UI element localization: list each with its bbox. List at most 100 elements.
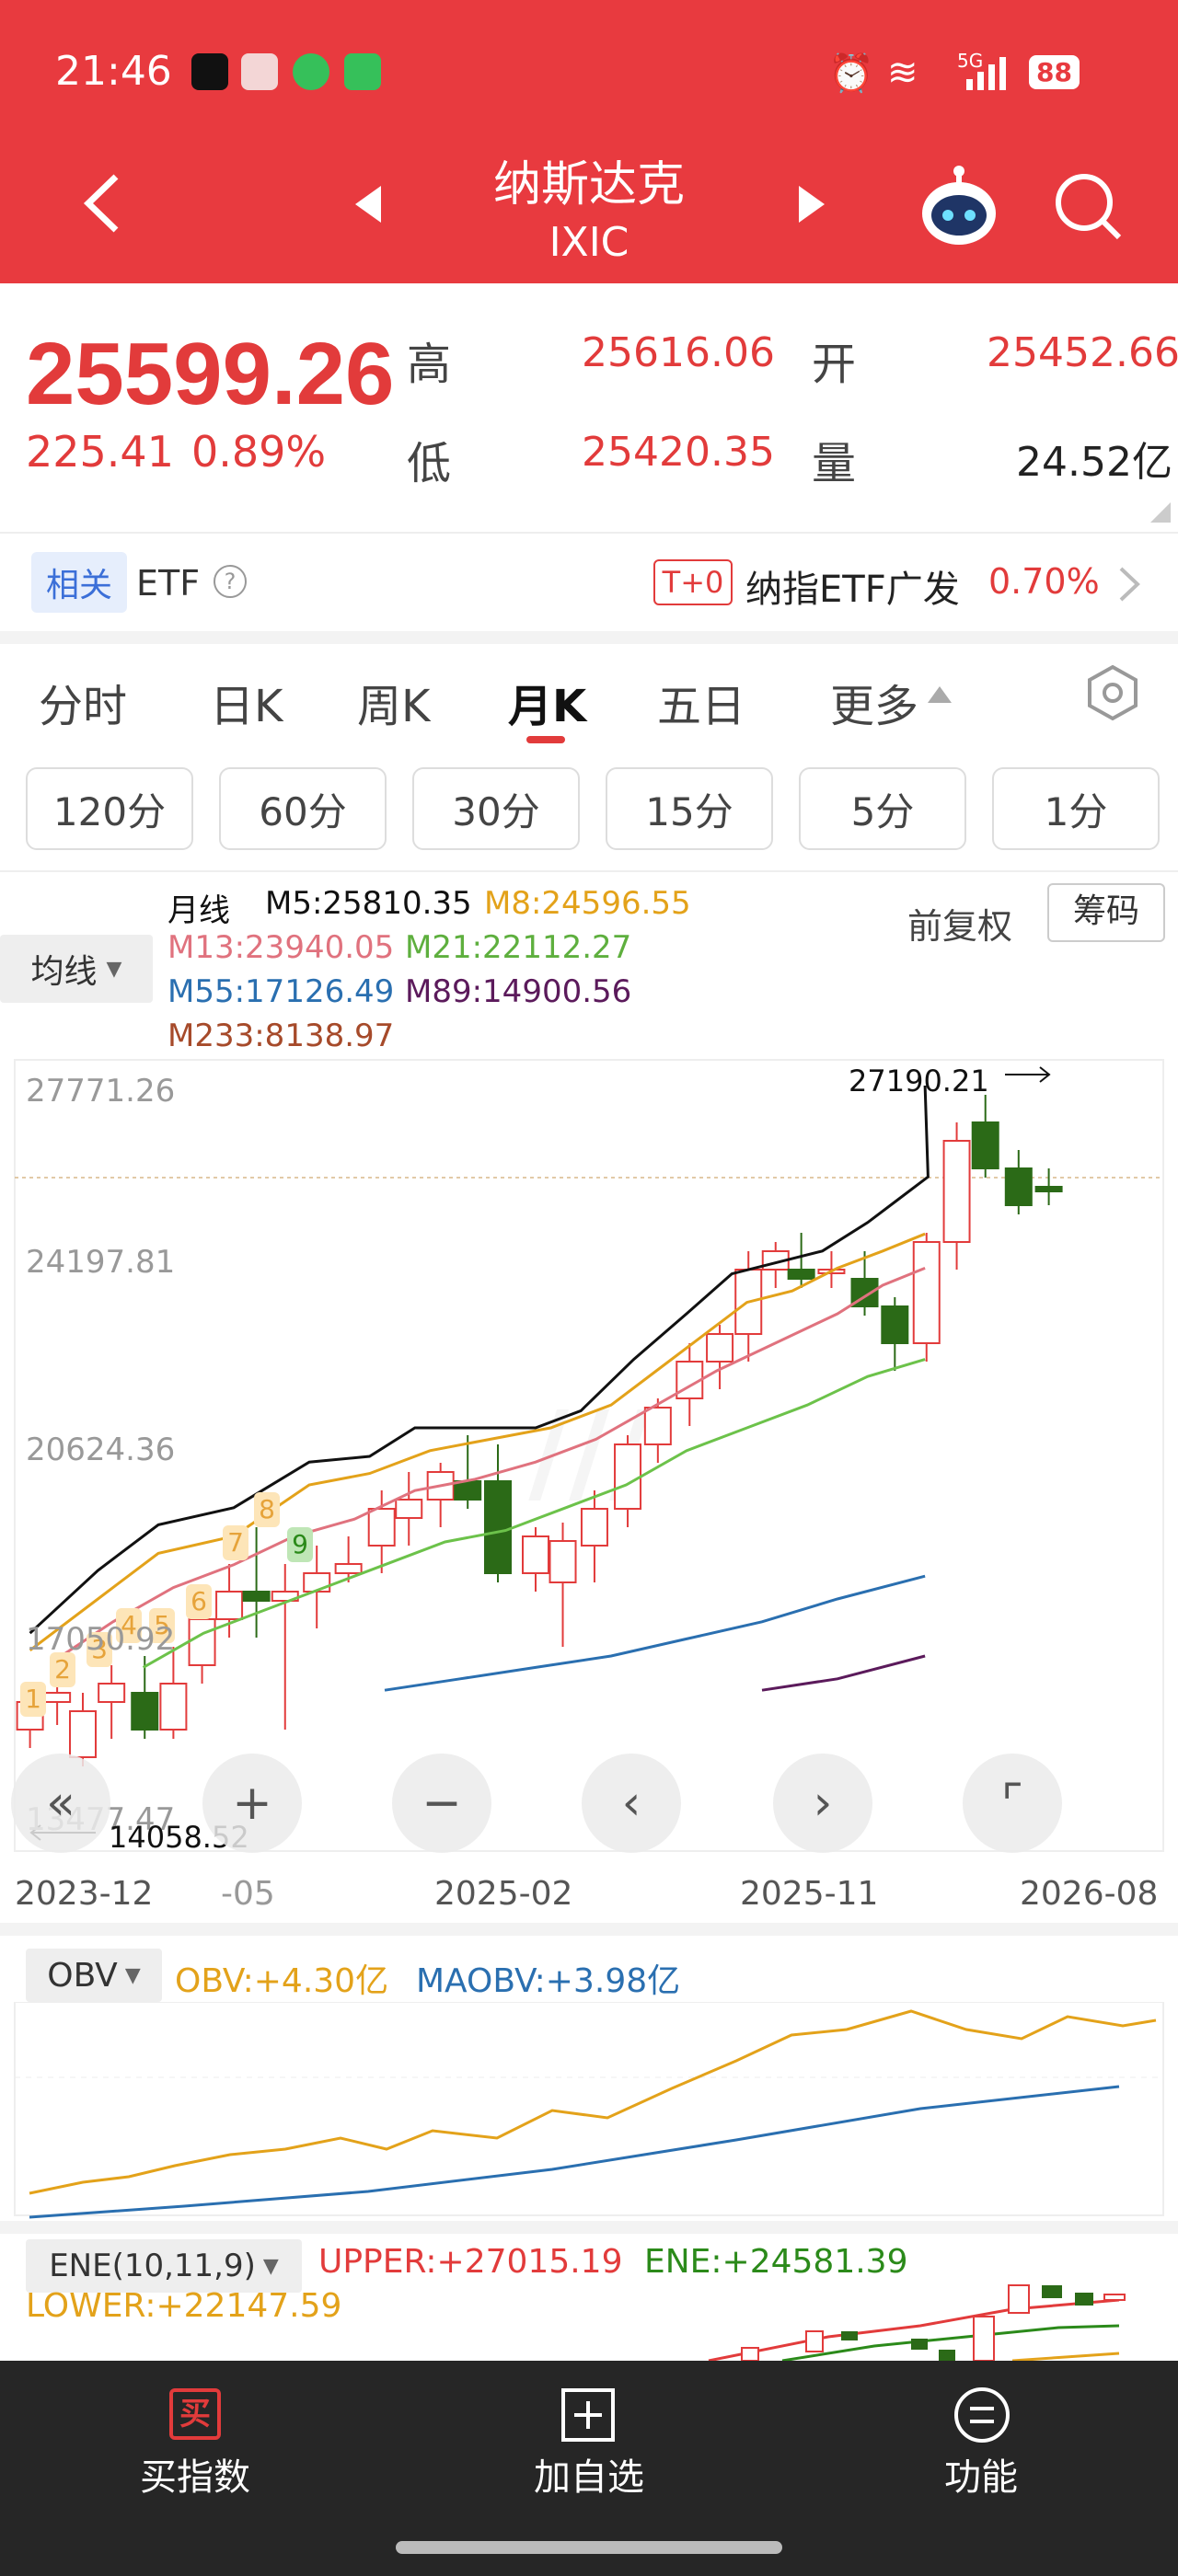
section-gap xyxy=(0,631,1178,644)
ma-lines-layer xyxy=(29,1085,930,1692)
rewind-button[interactable]: « xyxy=(11,1754,110,1853)
ma-line xyxy=(52,1267,926,1663)
related-etf-link[interactable]: 纳指ETF广发 0.70% xyxy=(745,556,1169,613)
ene-chart xyxy=(708,2284,1126,2361)
adjust-mode[interactable]: 前复权 xyxy=(907,898,1012,949)
back-button[interactable] xyxy=(79,171,125,236)
max-price-label: 27190.21 xyxy=(849,1064,989,1098)
tab-monthly-k[interactable]: 月K xyxy=(508,670,586,734)
candle-body xyxy=(1034,1186,1063,1192)
section-gap xyxy=(0,1923,1178,1936)
tab-daily-k[interactable]: 日K xyxy=(210,670,283,734)
buy-index-button[interactable]: 买指数 xyxy=(57,2447,333,2501)
obv-select[interactable]: OBV ▼ xyxy=(26,1949,162,2002)
volume-label: 量 xyxy=(812,438,857,489)
obv-chart xyxy=(14,2002,1164,2219)
low-value: 25420.35 xyxy=(582,429,775,476)
interval-5m-button[interactable]: 5分 xyxy=(799,767,966,850)
phone-icon xyxy=(344,53,381,90)
scroll-right-button[interactable]: › xyxy=(773,1754,872,1853)
dropdown-caret-icon: ▼ xyxy=(106,957,122,981)
tab-weekly-k[interactable]: 周K xyxy=(357,670,430,734)
x-axis-label: 2023-12 xyxy=(15,1875,154,1913)
function-menu-icon xyxy=(953,2386,1011,2444)
interval-60m-button[interactable]: 60分 xyxy=(219,767,387,850)
x-axis-label: 2025-11 xyxy=(740,1875,879,1913)
add-watchlist-button[interactable]: 加自选 xyxy=(451,2447,727,2501)
add-watchlist-icon xyxy=(561,2388,615,2442)
dropdown-caret-icon: ▼ xyxy=(124,1963,141,1987)
tab-five-day[interactable]: 五日 xyxy=(657,670,745,734)
candle-body xyxy=(395,1499,423,1519)
indicator-select[interactable]: 均线 ▼ xyxy=(0,935,153,1003)
prev-index-button[interactable] xyxy=(352,184,385,224)
ma-title: 月线 xyxy=(167,892,230,929)
candle-body xyxy=(131,1692,159,1731)
price-change: 225.41 xyxy=(26,427,174,477)
status-time: 21:46 xyxy=(55,48,172,95)
candle-body xyxy=(334,1563,363,1574)
section-gap xyxy=(0,2221,1178,2234)
page-title: 纳斯达克 xyxy=(492,157,685,213)
x-axis-label: -05 xyxy=(221,1875,275,1913)
settings-hex-icon[interactable] xyxy=(1084,664,1141,721)
corner-expand-icon xyxy=(1150,502,1171,523)
candle-body xyxy=(367,1508,396,1547)
y-axis-label: 24197.81 xyxy=(26,1244,176,1281)
t0-badge: T+0 xyxy=(653,559,733,605)
current-price: 25599.26 xyxy=(26,325,395,423)
zoom-in-button[interactable]: + xyxy=(202,1754,302,1853)
td-count-label: 7 xyxy=(227,1527,244,1558)
price-change-pct: 0.89% xyxy=(191,427,327,477)
function-button[interactable]: 功能 xyxy=(843,2447,1119,2501)
interval-120m-button[interactable]: 120分 xyxy=(26,767,193,850)
chips-button[interactable]: 筹码 xyxy=(1047,883,1165,942)
td-count-label: 9 xyxy=(292,1529,308,1559)
scroll-left-button[interactable]: ‹ xyxy=(582,1754,681,1853)
candle-body xyxy=(242,1591,271,1602)
buy-icon: 买 xyxy=(169,2388,221,2440)
y-axis-label: 17050.92 xyxy=(26,1621,176,1658)
interval-30m-button[interactable]: 30分 xyxy=(412,767,580,850)
tab-timeshare[interactable]: 分时 xyxy=(39,670,127,734)
candle-body xyxy=(484,1480,512,1574)
fullscreen-button[interactable]: ⌜ xyxy=(963,1754,1062,1853)
battery-level: 88 xyxy=(1029,55,1080,89)
divider xyxy=(0,870,1178,872)
td-count-label: 1 xyxy=(25,1684,41,1714)
app-avatar-icon xyxy=(241,53,278,90)
search-icon[interactable] xyxy=(1053,171,1123,241)
etf-change: 0.70% xyxy=(988,561,1100,602)
etf-label: ETF xyxy=(136,563,201,604)
related-tag: 相关 xyxy=(31,552,127,613)
candle-body xyxy=(522,1535,549,1574)
open-label: 开 xyxy=(812,339,857,390)
interval-15m-button[interactable]: 15分 xyxy=(606,767,773,850)
next-index-button[interactable] xyxy=(795,184,828,224)
candle-body xyxy=(580,1508,608,1547)
help-icon[interactable]: ? xyxy=(214,565,247,598)
ma13-value: M13:23940.05 xyxy=(167,929,395,966)
maobv-value: MAOBV:+3.98亿 xyxy=(416,1962,681,2000)
robot-assistant-icon[interactable] xyxy=(915,164,1003,252)
open-value: 25452.66 xyxy=(987,329,1178,376)
candle-body xyxy=(706,1333,734,1363)
tab-more[interactable]: 更多 xyxy=(830,670,918,734)
obv-value: OBV:+4.30亿 xyxy=(175,1962,389,2000)
candle-body xyxy=(912,1241,941,1344)
ma21-value: M21:22112.27 xyxy=(405,929,632,966)
message-icon xyxy=(293,53,329,90)
wifi-icon: ≋ xyxy=(887,52,918,94)
candle-body xyxy=(787,1269,815,1280)
candle-body xyxy=(1004,1167,1033,1206)
header-bar: 21:46 ⏰ ≋ 5G 88 纳斯达克 IXIC xyxy=(0,0,1178,283)
candle-body xyxy=(549,1540,577,1583)
candle-body xyxy=(303,1572,331,1593)
candle-body xyxy=(43,1692,72,1703)
y-axis-label: 27771.26 xyxy=(26,1073,176,1110)
td-count-label: 8 xyxy=(259,1494,275,1524)
interval-1m-button[interactable]: 1分 xyxy=(992,767,1160,850)
zoom-out-button[interactable]: − xyxy=(392,1754,491,1853)
chevron-right-icon xyxy=(1115,563,1143,605)
x-axis-label: 2026-08 xyxy=(1020,1875,1159,1913)
